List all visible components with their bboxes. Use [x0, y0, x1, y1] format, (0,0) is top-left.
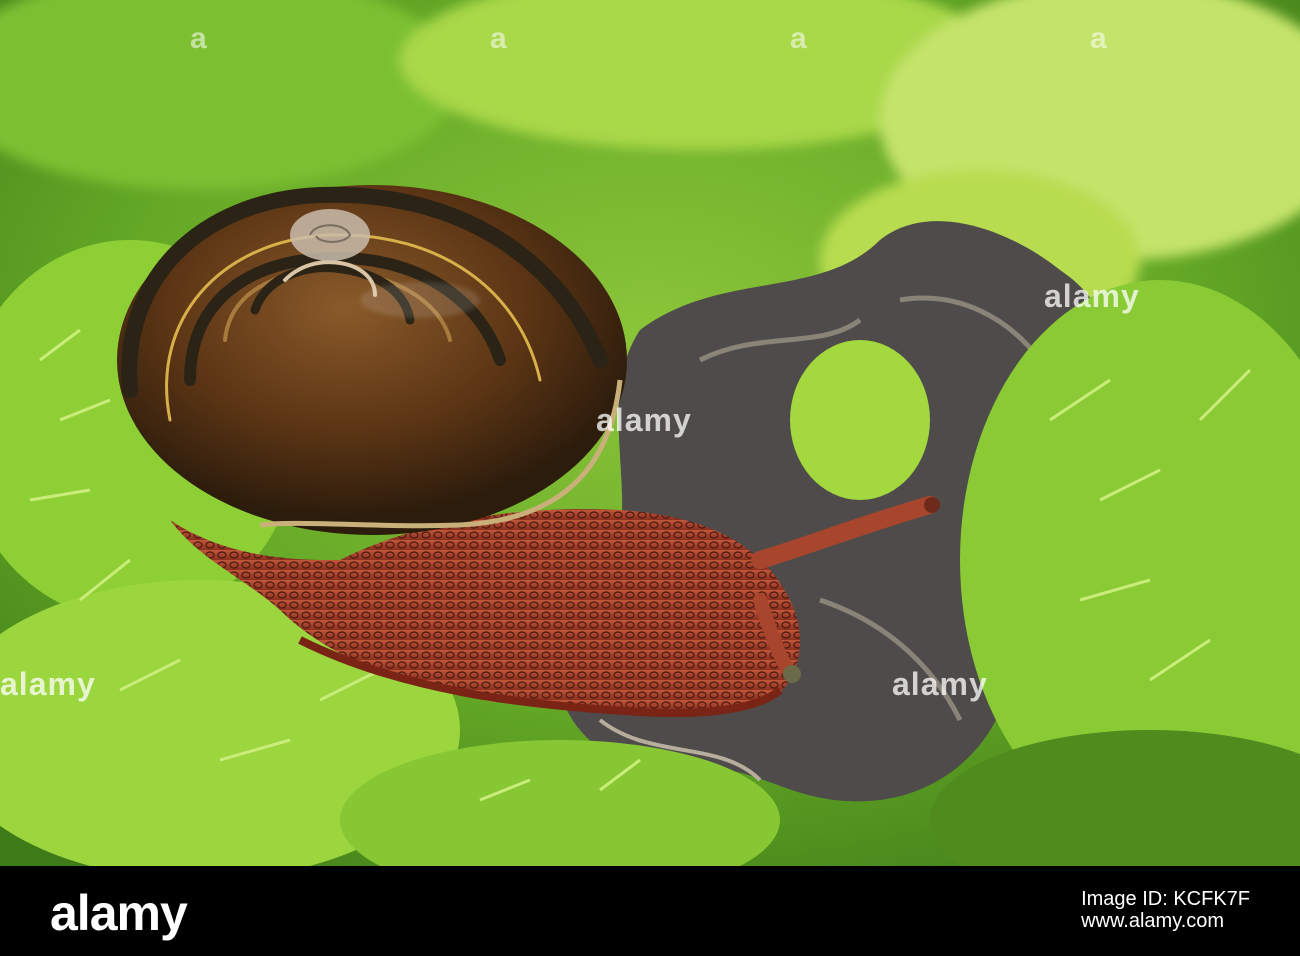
footer-bar: alamy Image ID: KCFK7F www.alamy.com	[0, 866, 1300, 956]
image-id: Image ID: KCFK7F	[1081, 888, 1250, 910]
watermark-lower-left: alamy	[0, 666, 96, 702]
site-url[interactable]: www.alamy.com	[1081, 910, 1250, 932]
watermark-center: alamy	[596, 402, 692, 438]
svg-text:a: a	[1090, 22, 1107, 55]
svg-text:a: a	[190, 22, 207, 55]
watermark-right: alamy	[1044, 278, 1140, 314]
snail-photo: a a a a alamy alamy alamy alamy	[0, 0, 1300, 866]
watermark-lower-right: alamy	[892, 666, 988, 702]
snail-shell	[117, 185, 627, 535]
image-id-block: Image ID: KCFK7F www.alamy.com	[1081, 888, 1250, 932]
alamy-logo[interactable]: alamy	[50, 884, 188, 942]
svg-text:a: a	[790, 22, 807, 55]
svg-text:a: a	[490, 22, 507, 55]
